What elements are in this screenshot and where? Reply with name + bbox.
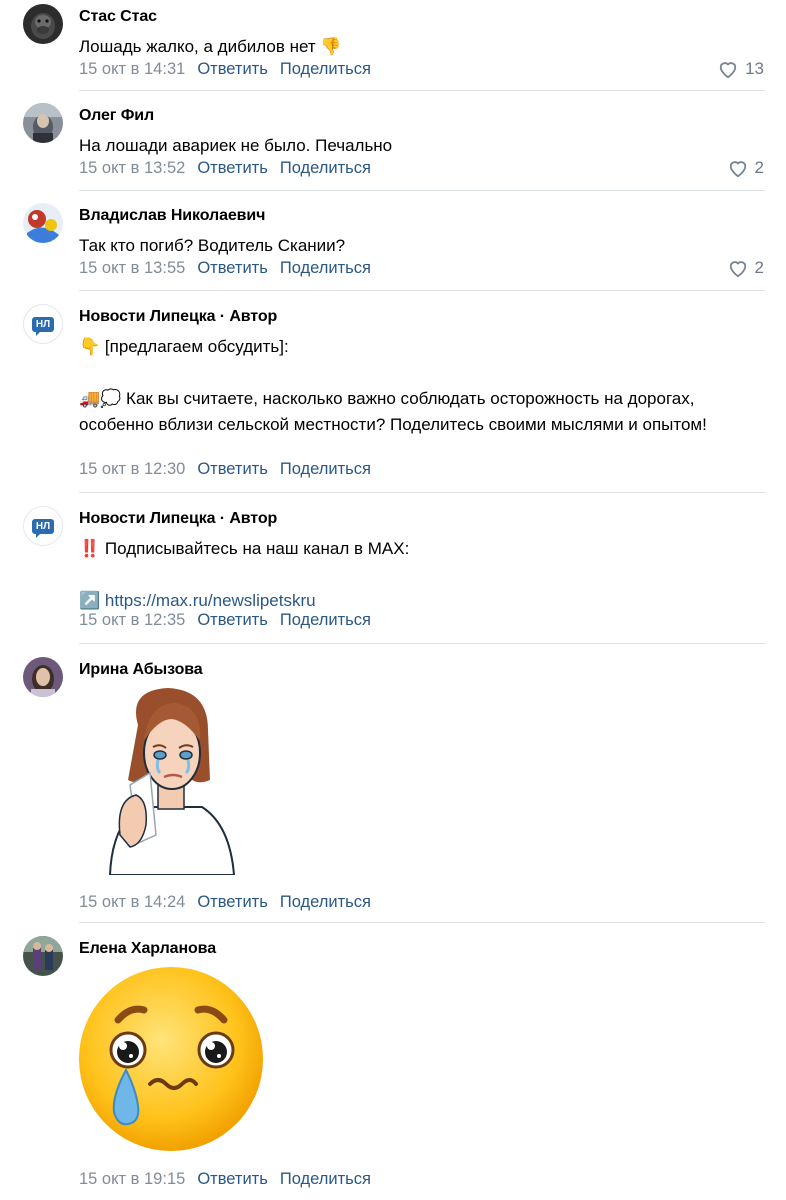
comment-time[interactable]: 15 окт в 12:30 <box>79 460 185 478</box>
comment-time[interactable]: 15 окт в 14:24 <box>79 893 185 911</box>
comment-meta: 15 окт в 13:52 Ответить Поделиться <box>79 159 383 178</box>
heart-icon <box>729 161 746 178</box>
avatar-image <box>23 936 63 976</box>
reply-button[interactable]: Ответить <box>197 159 268 177</box>
comment-author[interactable]: Ирина Абызова <box>79 661 203 679</box>
comment-meta: 15 окт в 19:15 Ответить Поделиться <box>79 1170 383 1189</box>
news-logo-icon: НЛ <box>31 316 55 336</box>
share-button[interactable]: Поделиться <box>280 259 371 277</box>
avatar-image <box>23 203 63 243</box>
comment-text-line: 👇 [предлагаем обсудить]: <box>79 337 289 356</box>
comment-meta: 15 окт в 14:31 Ответить Поделиться <box>79 60 383 79</box>
divider <box>79 90 765 91</box>
comment-text: ‼️ Подписывайтесь на наш канал в MAX: ↗️… <box>79 536 749 614</box>
comment-time[interactable]: 15 окт в 19:15 <box>79 1170 185 1188</box>
comment-author[interactable]: Владислав Николаевич <box>79 207 265 225</box>
comment-meta: 15 окт в 14:24 Ответить Поделиться <box>79 893 383 912</box>
avatar-image <box>23 103 63 143</box>
share-button[interactable]: Поделиться <box>280 611 371 629</box>
avatar[interactable] <box>23 936 63 976</box>
share-button[interactable]: Поделиться <box>280 460 371 478</box>
comment-author[interactable]: Новости Липецка · Автор <box>79 308 277 326</box>
share-button[interactable]: Поделиться <box>280 60 371 78</box>
comment-time[interactable]: 15 окт в 13:55 <box>79 259 185 277</box>
comment-author[interactable]: Новости Липецка · Автор <box>79 510 277 528</box>
avatar-image <box>23 4 63 44</box>
avatar-image <box>23 657 63 697</box>
heart-icon <box>729 261 746 278</box>
share-button[interactable]: Поделиться <box>280 159 371 177</box>
channel-link[interactable]: https://max.ru/newslipetskru <box>105 591 316 610</box>
share-button[interactable]: Поделиться <box>280 1170 371 1188</box>
divider <box>79 290 765 291</box>
comment-text: На лошади авариек не было. Печально <box>79 136 393 155</box>
avatar[interactable] <box>23 203 63 243</box>
heart-icon <box>719 62 737 79</box>
comment-text: Так кто погиб? Водитель Скании? <box>79 236 346 255</box>
like-button[interactable]: 2 <box>727 158 764 178</box>
reply-button[interactable]: Ответить <box>197 60 268 78</box>
divider <box>79 922 765 923</box>
comment-text: 👇 [предлагаем обсудить]: 🚚💭 Как вы счита… <box>79 334 749 438</box>
comment-time[interactable]: 15 окт в 14:31 <box>79 60 185 78</box>
reply-button[interactable]: Ответить <box>197 611 268 629</box>
reply-button[interactable]: Ответить <box>197 893 268 911</box>
news-logo-icon: НЛ <box>31 518 55 538</box>
divider <box>79 190 765 191</box>
reply-button[interactable]: Ответить <box>197 259 268 277</box>
comment-time[interactable]: 15 окт в 13:52 <box>79 159 185 177</box>
crying-emoji-sticker <box>79 967 263 1151</box>
comment-text-paragraph: 🚚💭 Как вы считаете, насколько важно собл… <box>79 389 707 434</box>
arrow-icon: ↗️ <box>79 591 101 610</box>
like-button[interactable]: 2 <box>727 258 764 278</box>
avatar[interactable] <box>23 103 63 143</box>
comment-author[interactable]: Олег Фил <box>79 107 154 125</box>
like-count: 13 <box>745 59 764 78</box>
crying-woman-sticker <box>108 688 236 875</box>
comment-author[interactable]: Елена Харланова <box>79 940 216 958</box>
comment-time[interactable]: 15 окт в 12:35 <box>79 611 185 629</box>
divider <box>79 492 765 493</box>
comment-author[interactable]: Стас Стас <box>79 8 157 26</box>
comment-meta: 15 окт в 12:35 Ответить Поделиться <box>79 611 383 630</box>
avatar[interactable] <box>23 4 63 44</box>
reply-button[interactable]: Ответить <box>197 460 268 478</box>
divider <box>79 643 765 644</box>
comment-meta: 15 окт в 12:30 Ответить Поделиться <box>79 460 383 479</box>
avatar[interactable]: НЛ <box>23 506 63 546</box>
like-count: 2 <box>754 158 764 177</box>
reply-button[interactable]: Ответить <box>197 1170 268 1188</box>
like-button[interactable]: 13 <box>717 59 764 79</box>
avatar[interactable]: НЛ <box>23 304 63 344</box>
share-button[interactable]: Поделиться <box>280 893 371 911</box>
like-count: 2 <box>754 258 764 277</box>
avatar[interactable] <box>23 657 63 697</box>
comment-text-line: ‼️ Подписывайтесь на наш канал в MAX: <box>79 539 410 558</box>
comment-text: Лошадь жалко, а дибилов нет 👎 <box>79 37 342 56</box>
comment-meta: 15 окт в 13:55 Ответить Поделиться <box>79 259 383 278</box>
